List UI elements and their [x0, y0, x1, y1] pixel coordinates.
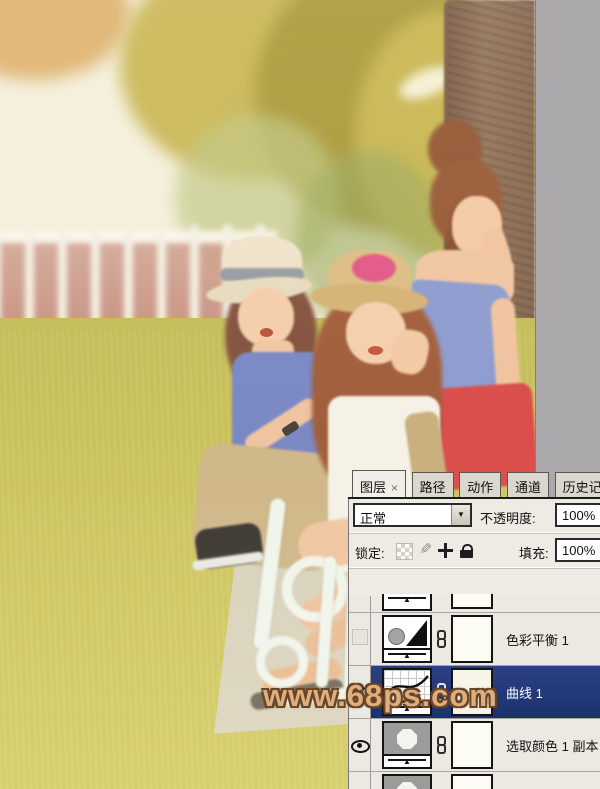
tab-channels[interactable]: 通道	[507, 472, 549, 497]
layer-row-body: ▲ 选取颜色 1 副本	[371, 719, 600, 771]
tab-history-label: 历史记录	[563, 480, 600, 495]
watermark: www.68ps.com	[263, 678, 498, 714]
tab-actions-label: 动作	[467, 480, 493, 495]
color-balance-thumbnail[interactable]: ▲	[382, 615, 432, 663]
tab-actions[interactable]: 动作	[459, 472, 501, 497]
layer-name[interactable]: 色彩平衡 1	[506, 630, 569, 649]
girl-center-hat-flower	[352, 254, 396, 282]
selective-color-icon	[384, 723, 430, 754]
layer-mask-thumbnail[interactable]	[451, 721, 493, 769]
fill-field[interactable]: 100%	[555, 538, 600, 562]
lock-paint-icon[interactable]: ✎	[417, 543, 432, 558]
opacity-label: 不透明度:	[480, 508, 536, 527]
tab-paths[interactable]: 路径	[412, 472, 454, 497]
link-icon	[436, 630, 445, 648]
layer-row-body: ▲ 色彩平衡 1	[371, 613, 600, 665]
tab-layers-label: 图层	[360, 480, 386, 495]
layer-row-color-balance[interactable]: ▲ 色彩平衡 1	[349, 613, 600, 666]
layer-mask-thumbnail[interactable]	[451, 774, 493, 789]
layers-panel: 图层 × 路径 动作 通道 历史记录 正常 ▼ 不透明度: 100% 锁定: ✎	[348, 470, 600, 789]
chevron-down-icon[interactable]: ▼	[451, 505, 470, 525]
blend-mode-value: 正常	[360, 508, 386, 527]
fill-value: 100%	[562, 543, 595, 558]
girl-left-mouth	[260, 328, 273, 337]
tab-layers[interactable]: 图层 ×	[352, 470, 406, 497]
selective-color-thumbnail[interactable]: ▲	[382, 774, 432, 789]
lock-position-icon[interactable]	[438, 543, 453, 558]
girl-center-mouth	[368, 346, 383, 355]
panel-tab-bar: 图层 × 路径 动作 通道 历史记录	[348, 470, 600, 499]
lock-label: 锁定:	[355, 543, 385, 562]
layer-row-selective-color[interactable]: ▲ 选取颜色 1	[349, 772, 600, 789]
tab-channels-label: 通道	[515, 480, 541, 495]
fill-label: 填充:	[519, 543, 549, 562]
blend-mode-select[interactable]: 正常 ▼	[353, 503, 472, 527]
layer-mask-thumbnail[interactable]	[451, 615, 493, 663]
link-icon	[436, 736, 445, 754]
adjustment-slider-icon: ▲	[384, 754, 430, 767]
blend-mode-row: 正常 ▼ 不透明度: 100%	[349, 499, 600, 534]
visibility-toggle[interactable]	[349, 613, 371, 665]
layer-name[interactable]: 曲线 1	[506, 683, 543, 702]
layer-row-partial[interactable]: ▲	[349, 596, 600, 613]
bench-leg-scroll	[282, 556, 348, 622]
selective-color-thumbnail[interactable]: ▲	[382, 721, 432, 769]
color-balance-icon	[384, 617, 430, 648]
close-icon[interactable]: ×	[391, 481, 398, 495]
panel-body: 正常 ▼ 不透明度: 100% 锁定: ✎ 填充: 100%	[348, 499, 600, 789]
lock-row: 锁定: ✎ 填充: 100%	[349, 534, 600, 569]
girl-left-face	[238, 288, 294, 346]
layer-mask-fragment[interactable]	[451, 594, 493, 609]
layer-row-body: ▲ 选取颜色 1	[371, 772, 600, 789]
visibility-toggle[interactable]	[349, 772, 371, 789]
opacity-field[interactable]: 100%	[555, 503, 600, 527]
tab-history[interactable]: 历史记录	[555, 472, 600, 497]
adjustment-slider-icon: ▲	[384, 648, 430, 661]
adjustment-thumbnail-fragment[interactable]: ▲	[382, 594, 432, 611]
selective-color-icon	[384, 776, 430, 789]
eye-icon	[351, 740, 370, 753]
tab-paths-label: 路径	[420, 480, 446, 495]
brush-glyph: ✎	[419, 541, 432, 558]
lock-transparency-icon[interactable]	[396, 543, 413, 560]
photoshop-workspace: MIFF 图层× 路径 动作 通道 历史记录	[0, 0, 600, 789]
layer-name[interactable]: 选取颜色 1 副本	[506, 736, 598, 755]
opacity-value: 100%	[562, 508, 595, 523]
eye-hidden-box	[352, 629, 368, 645]
visibility-toggle[interactable]	[349, 719, 371, 771]
visibility-cell[interactable]	[349, 596, 371, 612]
layer-row-selective-color-copy[interactable]: ▲ 选取颜色 1 副本	[349, 719, 600, 772]
lock-all-icon[interactable]	[459, 543, 474, 558]
foliage-blob	[0, 0, 130, 80]
